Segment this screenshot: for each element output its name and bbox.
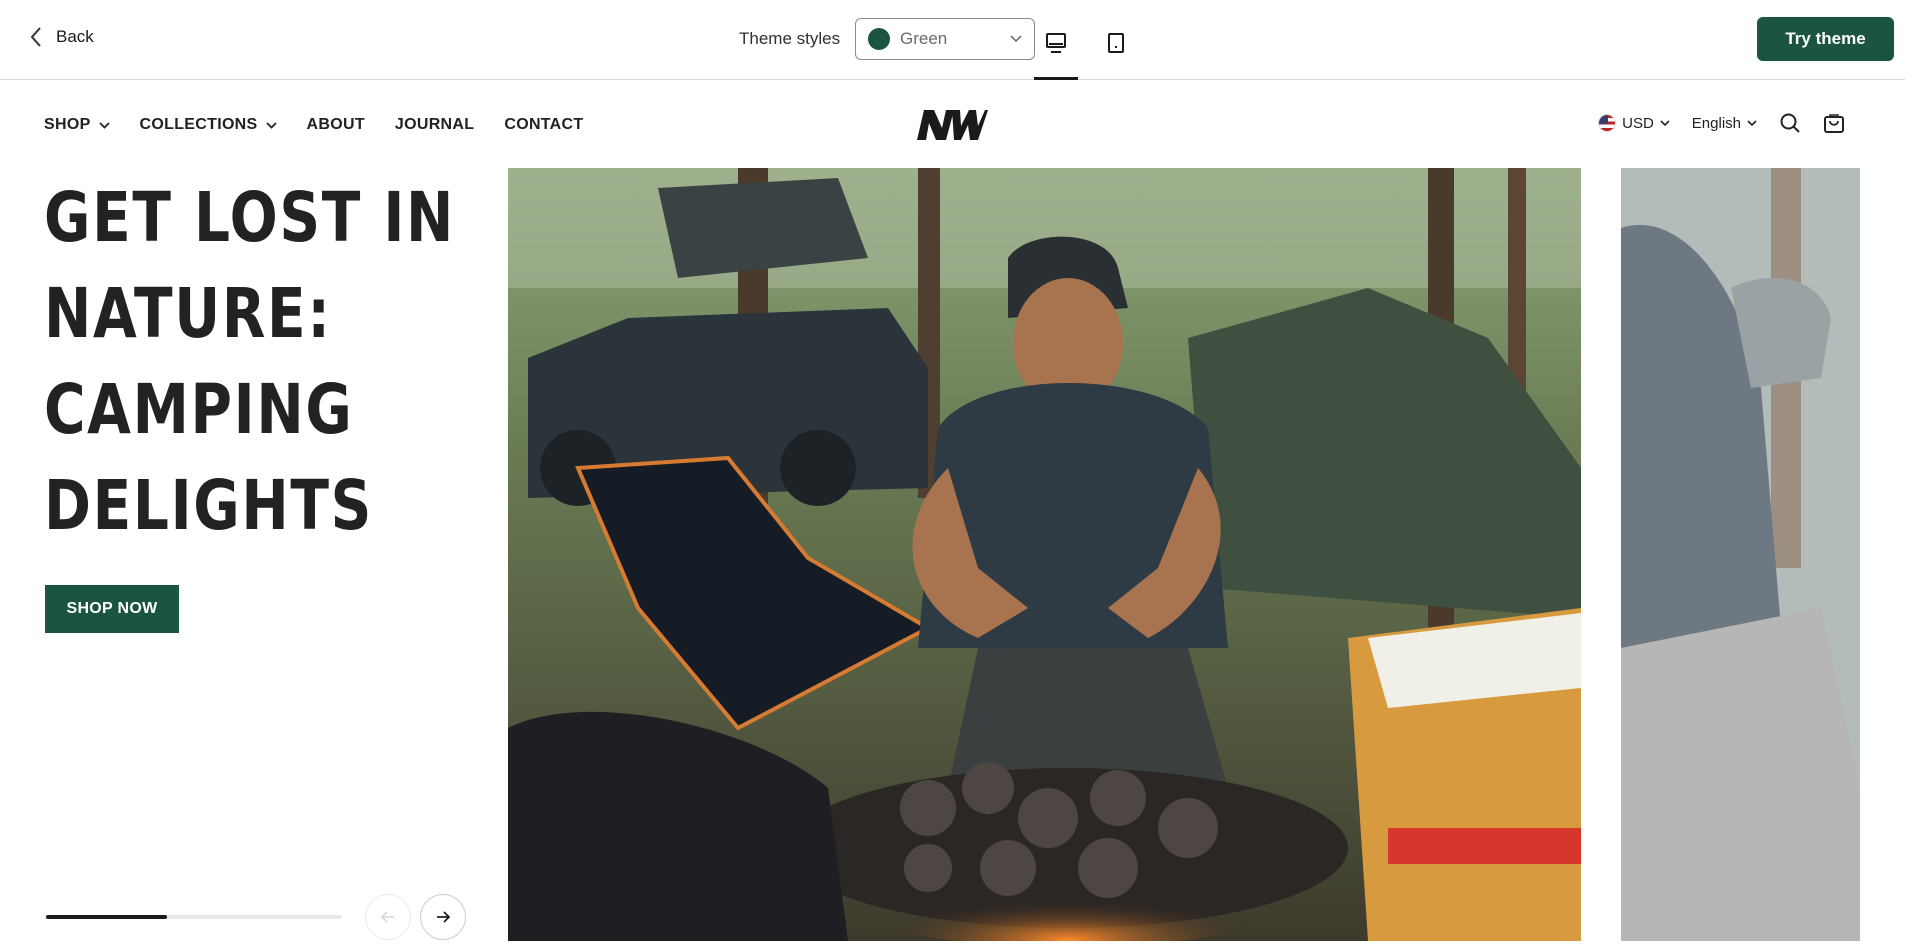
hero-title: GET LOST IN NATURE: CAMPING DELIGHTS: [44, 178, 456, 546]
slide-next-button[interactable]: [420, 894, 466, 940]
chevron-down-icon: [1747, 119, 1757, 126]
theme-styles-label: Theme styles: [739, 29, 841, 48]
slide-prev-button[interactable]: [365, 894, 411, 940]
chevron-left-icon: [30, 27, 41, 47]
nav-item-contact[interactable]: CONTACT: [504, 116, 583, 134]
desktop-view-button[interactable]: [1034, 22, 1078, 80]
preview-topbar: Back Theme styles Green Try theme: [0, 0, 1905, 80]
theme-style-value: Green: [900, 29, 948, 48]
nav-item-label: CONTACT: [504, 116, 584, 133]
hero-text: GET LOST IN NATURE: CAMPING DELIGHTS: [44, 170, 474, 554]
search-button[interactable]: [1779, 112, 1801, 134]
chevron-down-icon: [98, 121, 110, 129]
back-label: Back: [56, 27, 94, 46]
hero-image-camping: [508, 168, 1581, 941]
chevron-down-icon: [1010, 35, 1022, 43]
cart-button[interactable]: [1823, 112, 1845, 134]
arrow-right-icon: [437, 911, 450, 923]
nav-item-collections[interactable]: COLLECTIONS: [140, 116, 277, 134]
next-slide-image: [1621, 168, 1860, 941]
camping-photo-illustration: [508, 168, 1581, 941]
shop-now-button[interactable]: SHOP NOW: [45, 585, 179, 633]
header-utilities: USD English: [1598, 112, 1845, 134]
nav-item-label: COLLECTIONS: [139, 116, 258, 133]
search-icon: [1780, 113, 1800, 133]
nav-item-label: SHOP: [44, 116, 91, 133]
nav-item-label: ABOUT: [306, 116, 365, 133]
currency-selector[interactable]: USD: [1598, 114, 1670, 132]
store-header: SHOP COLLECTIONS ABOUT JOURNAL CONTACT U…: [0, 80, 1905, 168]
slideshow-progress-fill: [46, 915, 168, 919]
desktop-icon: [1046, 33, 1066, 53]
language-label: English: [1691, 114, 1741, 132]
chevron-down-icon: [1660, 119, 1670, 126]
slideshow-progress[interactable]: [46, 915, 342, 919]
language-selector[interactable]: English: [1692, 115, 1757, 132]
color-swatch: [868, 28, 890, 50]
us-flag-icon: [1598, 114, 1617, 132]
nav-item-label: JOURNAL: [394, 116, 475, 133]
chevron-down-icon: [265, 121, 277, 129]
currency-label: USD: [1622, 114, 1654, 132]
hiker-photo-illustration: [1621, 168, 1860, 941]
mobile-icon: [1108, 33, 1124, 53]
main-nav: SHOP COLLECTIONS ABOUT JOURNAL CONTACT: [44, 116, 583, 134]
try-theme-button[interactable]: Try theme: [1757, 17, 1894, 61]
nav-item-about[interactable]: ABOUT: [307, 116, 365, 134]
nav-item-shop[interactable]: SHOP: [44, 116, 110, 134]
theme-style-select[interactable]: Green: [855, 18, 1035, 60]
nav-item-journal[interactable]: JOURNAL: [395, 116, 474, 134]
store-logo[interactable]: [916, 108, 988, 147]
mobile-view-button[interactable]: [1094, 22, 1138, 80]
back-button[interactable]: Back: [30, 26, 94, 48]
shopping-bag-icon: [1824, 114, 1844, 133]
arrow-left-icon: [381, 911, 394, 923]
nw-logo-icon: [917, 110, 988, 140]
